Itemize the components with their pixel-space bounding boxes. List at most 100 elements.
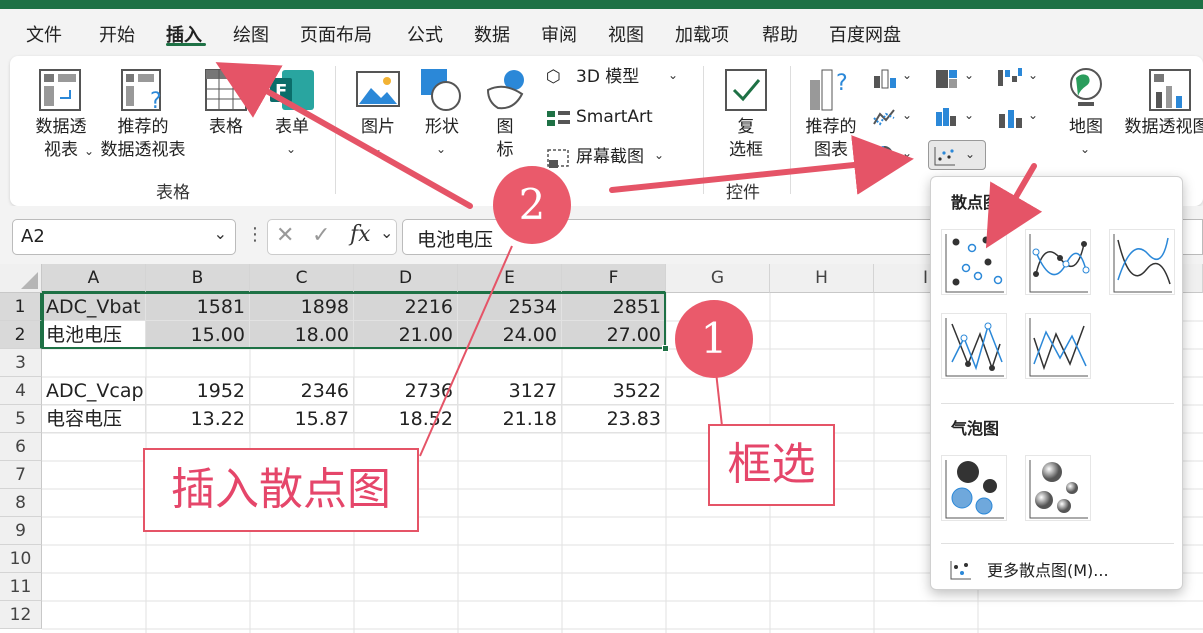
more-scatter-charts-item[interactable]: 更多散点图(M)... [949,557,1174,581]
column-header-h[interactable]: H [770,264,874,293]
hierarchy-chart-icon[interactable] [934,68,960,90]
scatter-chart-button[interactable]: ⌄ [928,140,986,170]
column-header-d[interactable]: D [354,264,458,293]
fill-handle[interactable] [662,345,669,352]
cell-a2[interactable]: 电池电压 [42,321,146,349]
cancel-icon[interactable]: ✕ [276,223,294,248]
tab-file[interactable]: 文件 [26,21,62,47]
group-controls-label: 控件 [726,183,760,203]
screenshot-button[interactable]: 屏幕截图 [576,146,644,169]
tab-baidu-netdisk[interactable]: 百度网盘 [829,21,901,47]
recommended-pivot-button[interactable]: 推荐的 数据透视表 [96,116,190,162]
cell-f4[interactable]: 3522 [562,377,666,405]
smartart-button[interactable]: SmartArt [576,106,653,129]
chevron-down-icon: ⌄ [964,108,975,122]
column-header-b[interactable]: B [146,264,250,293]
cell-d2[interactable]: 21.00 [354,321,458,349]
cell-e4[interactable]: 3127 [458,377,562,405]
row-header-4[interactable]: 4 [0,377,42,405]
column-header-a[interactable]: A [42,264,146,293]
cell-f2[interactable]: 27.00 [562,321,666,349]
cell-f1[interactable]: 2851 [562,293,666,321]
tab-help[interactable]: 帮助 [762,21,798,47]
bubble-option[interactable] [941,455,1007,521]
cell-c4[interactable]: 2346 [250,377,354,405]
pie-chart-icon[interactable] [872,144,898,166]
cell-a1[interactable]: ADC_Vbat [42,293,146,321]
scatter-smooth-markers-option[interactable] [1025,229,1091,295]
statistic-chart-icon[interactable] [934,106,960,128]
column-header-c[interactable]: C [250,264,354,293]
pivot-table-button[interactable]: 数据透 视表 [30,116,92,162]
cell-a5[interactable]: 电容电压 [42,405,146,433]
row-header-10[interactable]: 10 [0,545,42,573]
group-separator [790,66,791,194]
forms-button[interactable]: 表单 [266,116,318,139]
tab-page-layout[interactable]: 页面布局 [300,21,372,47]
dropdown-divider [941,403,1174,404]
cell-d1[interactable]: 2216 [354,293,458,321]
ribbon-tabs: 文件 开始 插入 绘图 页面布局 公式 数据 审阅 视图 加载项 帮助 百度网盘 [0,9,1203,56]
cell-b5[interactable]: 13.22 [146,405,250,433]
recommended-charts-button[interactable]: 推荐的 图表 [802,116,860,162]
name-box[interactable]: A2 ⌄ [12,219,236,255]
cell-e2[interactable]: 24.00 [458,321,562,349]
cell-f5[interactable]: 23.83 [562,405,666,433]
icons-button[interactable]: 图 标 [490,116,520,162]
tab-addins[interactable]: 加载项 [675,21,729,47]
tab-data[interactable]: 数据 [474,21,510,47]
row-header-2[interactable]: 2 [0,321,42,349]
scatter-smooth-option[interactable] [1109,229,1175,295]
checkbox-button[interactable]: 复 选框 [716,116,776,162]
column-header-f[interactable]: F [562,264,666,293]
3d-models-button[interactable]: 3D 模型 [576,66,639,89]
map-button[interactable]: 地图 [1062,116,1110,139]
bubble-3d-option[interactable] [1025,455,1091,521]
select-all-corner[interactable] [0,264,42,293]
cell-b4[interactable]: 1952 [146,377,250,405]
column-header-e[interactable]: E [458,264,562,293]
pictures-button[interactable]: 图片 [352,116,404,139]
row-header-9[interactable]: 9 [0,517,42,545]
scatter-markers-option[interactable] [941,229,1007,295]
tab-home[interactable]: 开始 [99,21,135,47]
pivot-chart-button[interactable]: 数据透视图 [1122,116,1203,139]
enter-icon[interactable]: ✓ [312,223,330,248]
row-header-6[interactable]: 6 [0,433,42,461]
cell-d4[interactable]: 2736 [354,377,458,405]
row-header-3[interactable]: 3 [0,349,42,377]
chevron-down-icon: ⌄ [964,68,975,82]
line-chart-icon[interactable] [872,106,898,128]
cell-b2[interactable]: 15.00 [146,321,250,349]
row-header-8[interactable]: 8 [0,489,42,517]
cell-d5[interactable]: 18.52 [354,405,458,433]
cell-c2[interactable]: 18.00 [250,321,354,349]
column-chart-icon[interactable] [872,68,898,90]
table-button[interactable]: 表格 [200,116,252,139]
cell-e1[interactable]: 2534 [458,293,562,321]
row-header-1[interactable]: 1 [0,293,42,321]
cell-b1[interactable]: 1581 [146,293,250,321]
tab-review[interactable]: 审阅 [541,21,577,47]
row-header-5[interactable]: 5 [0,405,42,433]
row-header-12[interactable]: 12 [0,601,42,629]
active-tab-indicator [166,43,206,46]
cell-a4[interactable]: ADC_Vcap [42,377,146,405]
cell-e5[interactable]: 21.18 [458,405,562,433]
cell-c5[interactable]: 15.87 [250,405,354,433]
shapes-button[interactable]: 形状 [416,116,468,139]
scatter-straight-markers-option[interactable] [941,313,1007,379]
waterfall-chart-icon[interactable] [996,66,1024,90]
tab-formulas[interactable]: 公式 [407,21,443,47]
row-header-11[interactable]: 11 [0,573,42,601]
dropdown-divider [941,543,1174,544]
column-header-g[interactable]: G [666,264,770,293]
tab-view[interactable]: 视图 [608,21,644,47]
cell-c1[interactable]: 1898 [250,293,354,321]
more-options-icon[interactable]: ⋮ [246,224,264,245]
tab-draw[interactable]: 绘图 [233,21,269,47]
scatter-straight-option[interactable] [1025,313,1091,379]
insert-function-icon[interactable]: fx [350,222,371,247]
row-header-7[interactable]: 7 [0,461,42,489]
combo-chart-icon[interactable] [996,106,1024,130]
